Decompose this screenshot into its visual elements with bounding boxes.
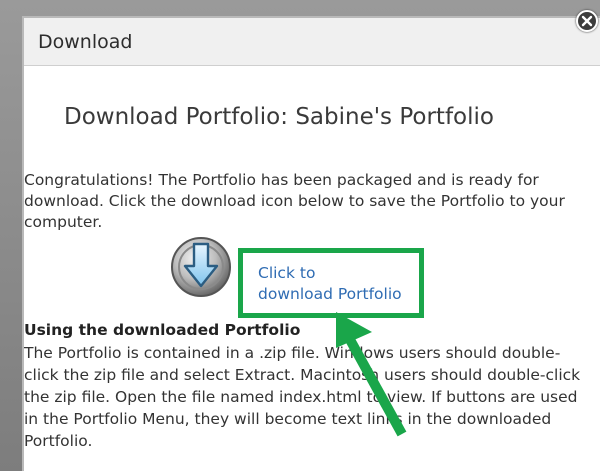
download-arrow-icon[interactable] [170,236,232,298]
close-icon[interactable] [576,10,598,32]
download-dialog: Download Download Portfolio: Sabine's Po… [22,16,600,471]
highlight-box [238,248,424,318]
using-body-text: The Portfolio is contained in a .zip fil… [24,344,581,450]
page-title: Download Portfolio: Sabine's Portfolio [64,104,494,130]
intro-text: Congratulations! The Portfolio has been … [24,171,565,231]
dialog-title: Download [38,31,133,53]
using-heading: Using the downloaded Portfolio [24,321,301,339]
dialog-header: Download [24,18,600,66]
